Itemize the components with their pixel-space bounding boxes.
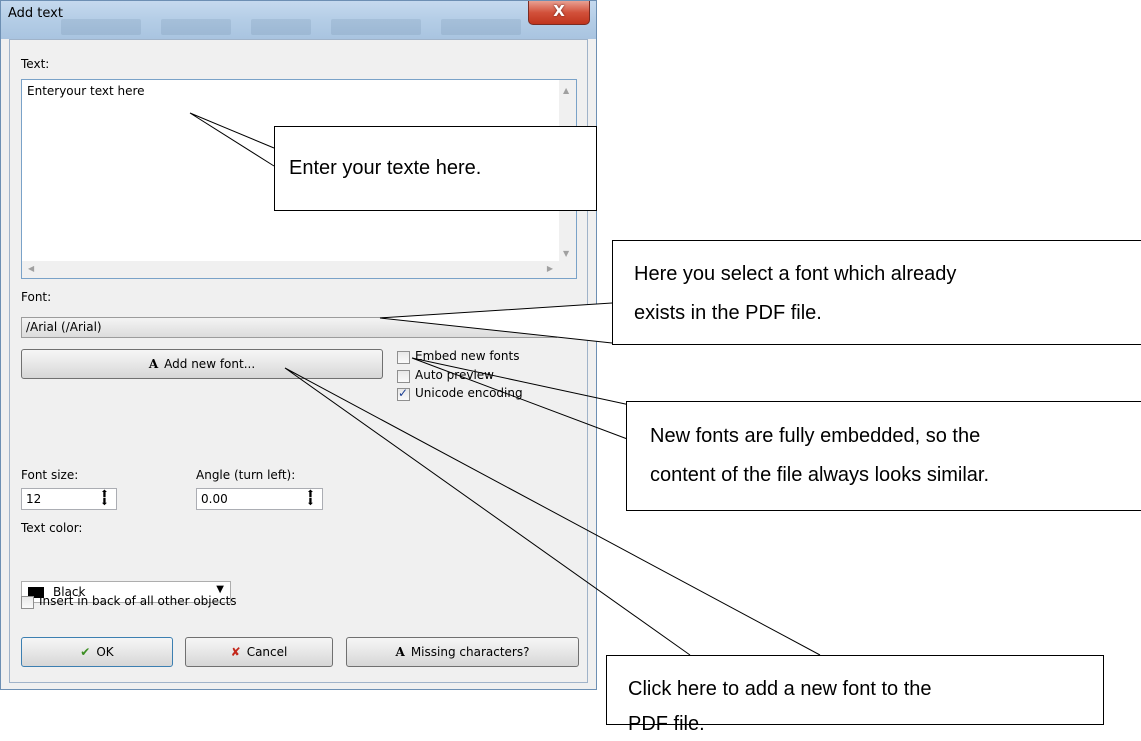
close-button[interactable]: X [528,1,590,25]
missing-characters-button[interactable]: A Missing characters? [346,637,579,667]
cancel-label: Cancel [246,645,288,659]
scrollbar-corner [559,261,576,278]
font-label: Font: [21,290,52,304]
angle-value: 0.00 [201,492,228,506]
embed-new-fonts-label: Embed new fonts [415,349,520,363]
callout-embedded-line1: New fonts are fully embedded, so the [650,425,981,447]
callout-embedded-line2: content of the file always looks similar… [650,464,990,486]
add-text-dialog: Add text X Text: Enteryour text here ▲ ▼… [0,0,597,690]
cancel-button[interactable]: ✘ Cancel [185,637,333,667]
spin-arrows-icon[interactable]: ⬆ ⬇ [302,490,319,508]
spin-arrows-icon[interactable]: ⬆ ⬇ [96,490,113,508]
background-toolbar-ghost [331,19,421,35]
missing-characters-label: Missing characters? [410,645,530,659]
dialog-title: Add text [8,6,63,21]
callout-select-font-line1: Here you select a font which already [634,263,957,285]
ok-button[interactable]: ✔ OK [21,637,173,667]
background-toolbar-ghost [441,19,521,35]
text-color-label: Text color: [21,521,83,535]
font-glyph-icon: A [395,645,405,659]
callout-select-font-line2: exists in the PDF file. [634,302,822,324]
embed-new-fonts-checkbox[interactable] [397,351,410,364]
text-input-value: Enteryour text here [27,84,145,98]
callout-enter-text: Enter your texte here. [274,126,597,211]
horizontal-scrollbar[interactable]: ◀ ▶ [22,261,559,278]
unicode-encoding-checkbox[interactable] [397,386,410,401]
font-select[interactable]: /Arial (/Arial) [21,317,557,338]
unicode-encoding-label: Unicode encoding [415,386,523,400]
add-new-font-label: Add new font... [164,357,256,371]
callout-add-font-line1: Click here to add a new font to the [628,678,932,700]
auto-preview-checkbox[interactable] [397,370,410,383]
font-size-stepper[interactable]: 12 ⬆ ⬇ [21,488,117,510]
scroll-right-icon[interactable]: ▶ [547,264,553,273]
callout-enter-text-label: Enter your texte here. [289,157,482,179]
font-glyph-icon: A [148,357,159,371]
angle-stepper[interactable]: 0.00 ⬆ ⬇ [196,488,323,510]
callout-select-font: Here you select a font which already exi… [612,240,1141,345]
check-icon: ✔ [80,645,91,659]
insert-back-checkbox[interactable] [21,596,34,609]
close-icon: X [553,2,565,20]
add-new-font-button[interactable]: A Add new font... [21,349,383,379]
background-toolbar-ghost [61,19,141,35]
background-toolbar-ghost [251,19,311,35]
scroll-down-icon[interactable]: ▼ [563,249,569,258]
angle-label: Angle (turn left): [196,468,296,482]
cross-icon: ✘ [230,645,241,659]
background-toolbar-ghost [161,19,231,35]
auto-preview-label: Auto preview [415,368,494,382]
callout-add-font-line2: PDF file. [628,713,705,735]
font-select-value: /Arial (/Arial) [26,320,102,334]
ok-label: OK [96,645,114,659]
font-size-label: Font size: [21,468,79,482]
callout-embedded: New fonts are fully embedded, so the con… [626,401,1141,511]
text-label: Text: [21,57,50,71]
scroll-left-icon[interactable]: ◀ [28,264,34,273]
font-size-value: 12 [26,492,42,506]
insert-back-label: Insert in back of all other objects [39,594,237,608]
callout-add-font: Click here to add a new font to the PDF … [606,655,1104,735]
title-bar: Add text X [1,1,596,39]
scroll-up-icon[interactable]: ▲ [563,86,569,95]
